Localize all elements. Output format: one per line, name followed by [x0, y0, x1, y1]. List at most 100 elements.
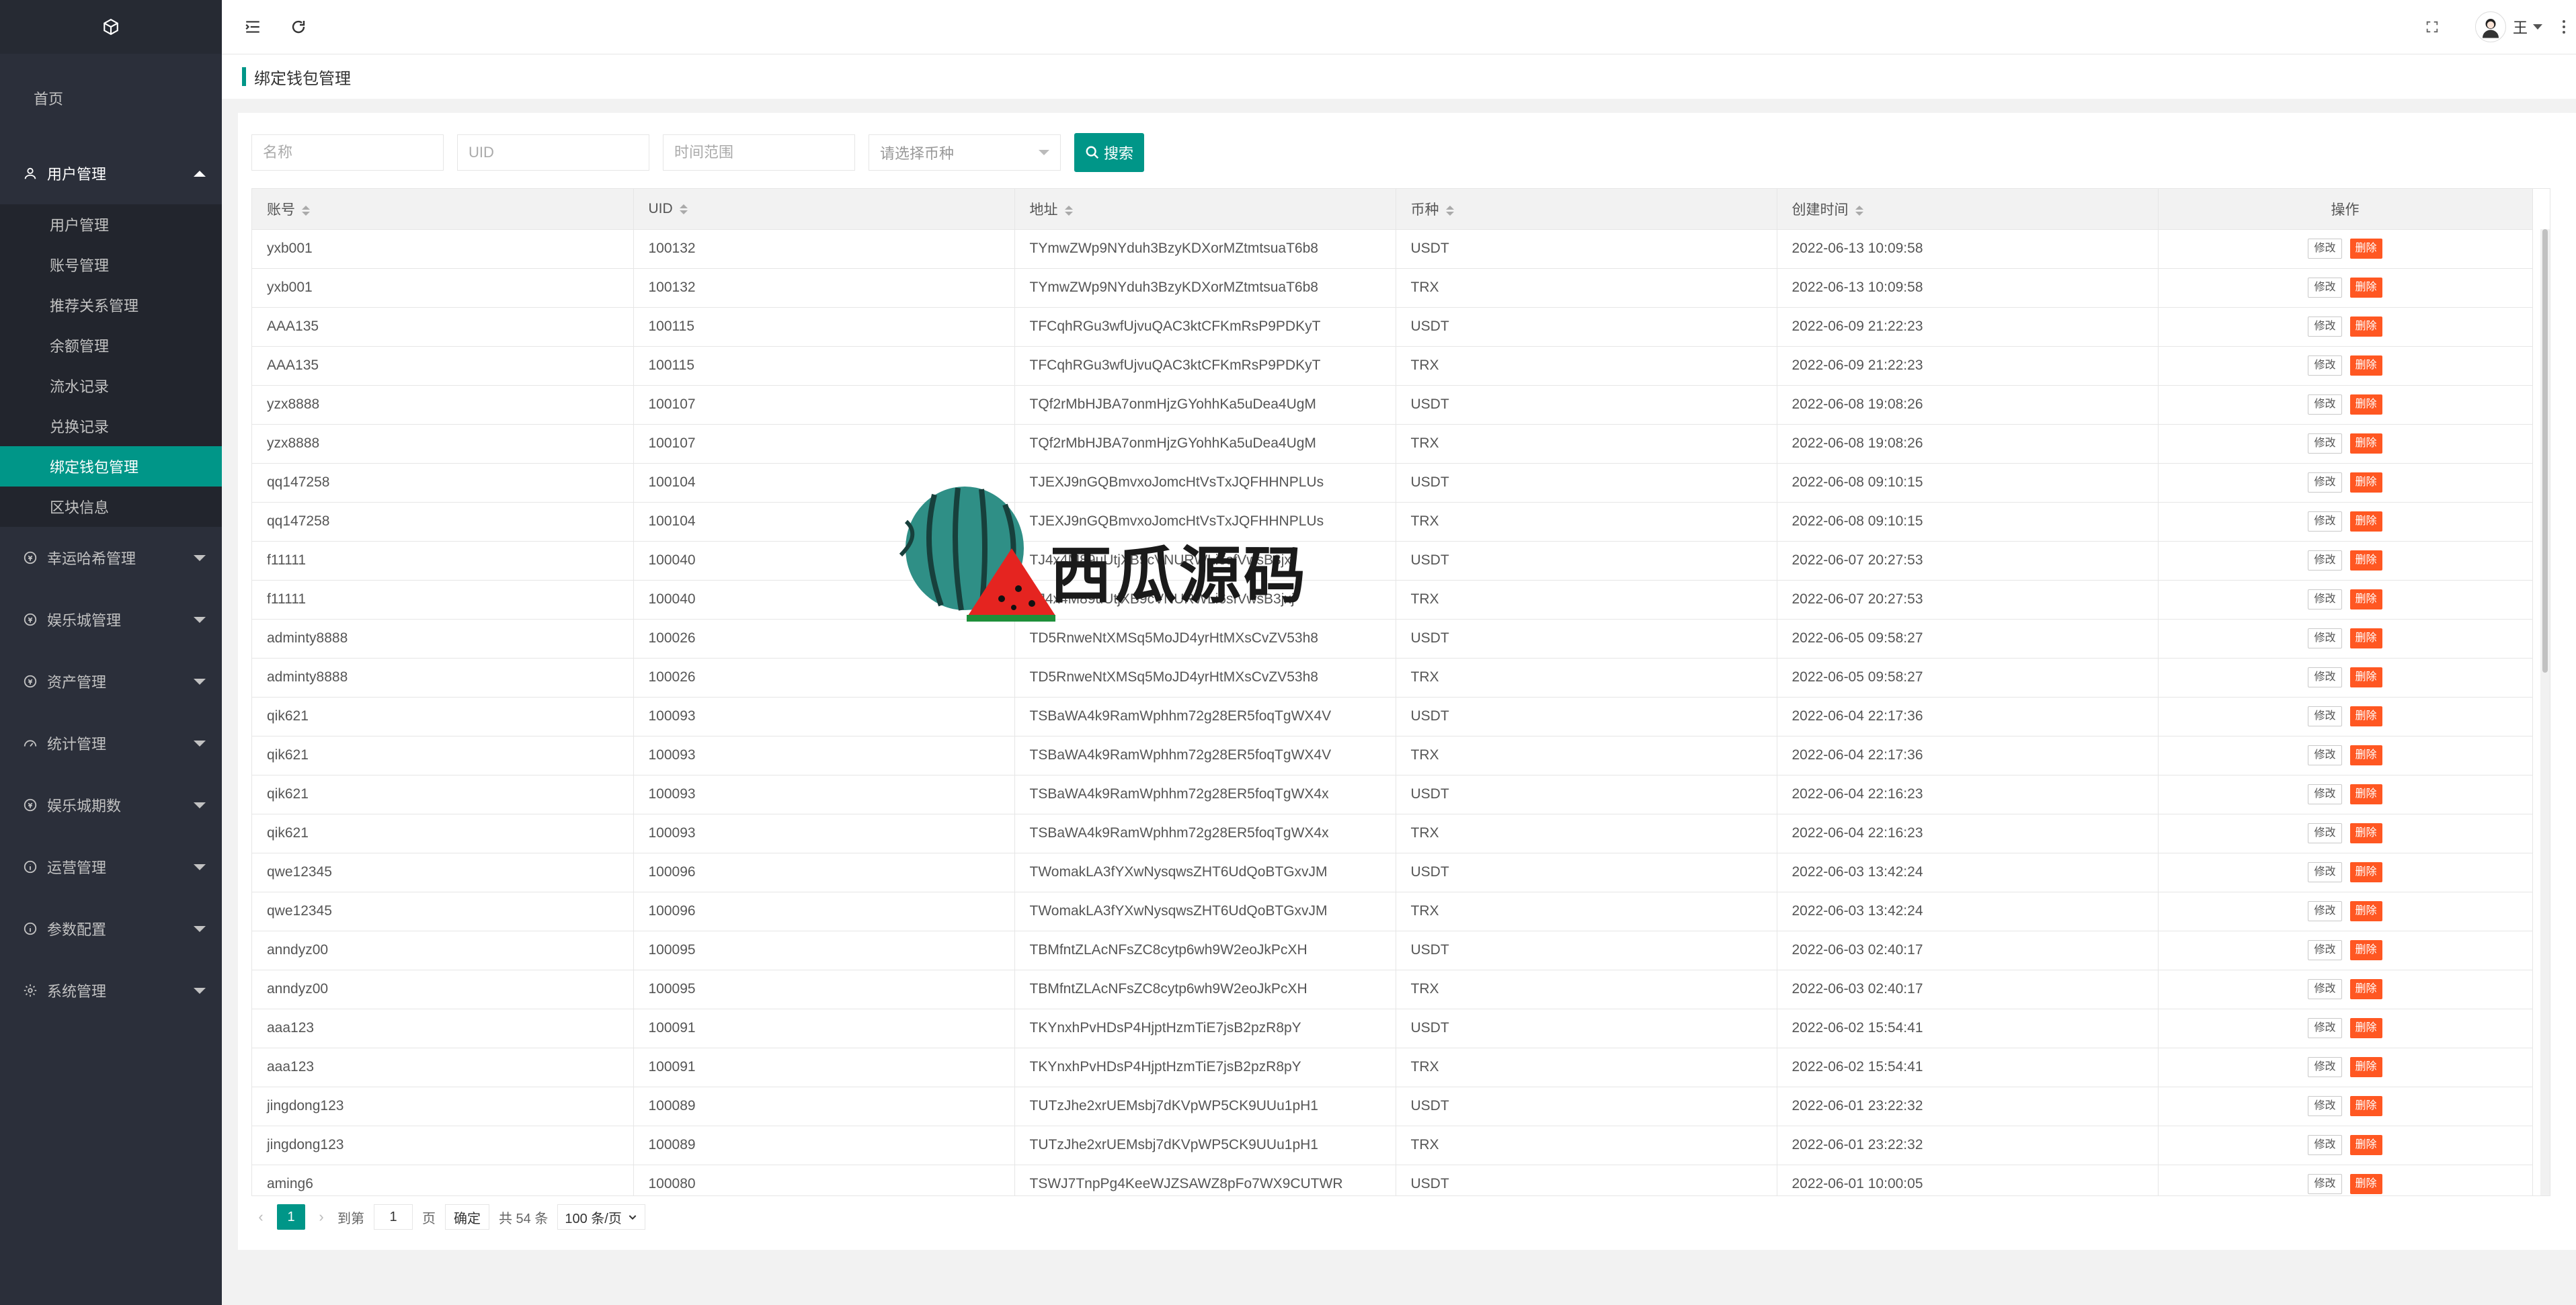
sidebar-subitem-block-info[interactable]: 区块信息 — [0, 487, 222, 527]
edit-button[interactable]: 修改 — [2308, 433, 2342, 454]
edit-button[interactable]: 修改 — [2308, 823, 2342, 843]
page-size-select[interactable]: 100 条/页 — [557, 1204, 645, 1230]
page-number-current[interactable]: 1 — [277, 1204, 305, 1230]
menu-toggle-button[interactable] — [239, 13, 266, 40]
edit-button[interactable]: 修改 — [2308, 394, 2342, 415]
edit-button[interactable]: 修改 — [2308, 550, 2342, 571]
sidebar-subitem-wallet-binding[interactable]: 绑定钱包管理 — [0, 446, 222, 487]
sidebar-group-user[interactable]: 用户管理 — [0, 142, 222, 204]
sidebar-subitem-exchange-records[interactable]: 兑换记录 — [0, 406, 222, 446]
edit-button[interactable]: 修改 — [2308, 901, 2342, 921]
edit-button[interactable]: 修改 — [2308, 317, 2342, 337]
sidebar-subitem-account-manage[interactable]: 账号管理 — [0, 245, 222, 285]
coin-select[interactable]: 请选择币种 — [869, 134, 1061, 171]
sidebar-group-system[interactable]: 系统管理 — [0, 960, 222, 1021]
sidebar-group-stats[interactable]: 统计管理 — [0, 712, 222, 774]
delete-button[interactable]: 删除 — [2349, 1018, 2382, 1038]
delete-button[interactable]: 删除 — [2349, 1057, 2382, 1077]
edit-button[interactable]: 修改 — [2308, 628, 2342, 648]
avatar[interactable] — [2474, 11, 2506, 42]
prev-page-icon[interactable]: ‹ — [254, 1208, 268, 1226]
chevron-down-icon[interactable] — [2533, 24, 2542, 30]
edit-button[interactable]: 修改 — [2308, 745, 2342, 765]
delete-button[interactable]: 删除 — [2349, 472, 2382, 493]
sidebar-group-casino-periods[interactable]: 娱乐城期数 — [0, 774, 222, 836]
sort-icon[interactable] — [679, 204, 688, 214]
edit-button[interactable]: 修改 — [2308, 472, 2342, 493]
delete-button[interactable]: 删除 — [2349, 628, 2382, 648]
edit-button[interactable]: 修改 — [2308, 1135, 2342, 1155]
sidebar-item-home[interactable]: 首页 — [0, 54, 222, 142]
search-button[interactable]: 搜索 — [1074, 133, 1144, 172]
edit-button[interactable]: 修改 — [2308, 355, 2342, 376]
user-name[interactable]: 王 — [2513, 16, 2528, 38]
delete-button[interactable]: 删除 — [2349, 1096, 2382, 1116]
edit-button[interactable]: 修改 — [2308, 239, 2342, 259]
fullscreen-button[interactable] — [2419, 13, 2446, 40]
delete-button[interactable]: 删除 — [2349, 550, 2382, 571]
time-range-input[interactable] — [663, 134, 855, 171]
sidebar-group-assets[interactable]: 资产管理 — [0, 650, 222, 712]
edit-button[interactable]: 修改 — [2308, 940, 2342, 960]
delete-button[interactable]: 删除 — [2349, 355, 2382, 376]
refresh-button[interactable] — [285, 13, 312, 40]
edit-button[interactable]: 修改 — [2308, 511, 2342, 532]
delete-button[interactable]: 删除 — [2349, 979, 2382, 999]
edit-button[interactable]: 修改 — [2308, 784, 2342, 804]
uid-input[interactable] — [457, 134, 649, 171]
logo[interactable] — [0, 0, 222, 54]
delete-button[interactable]: 删除 — [2349, 1174, 2382, 1194]
sidebar-group-operations[interactable]: 运营管理 — [0, 836, 222, 898]
col-header-coin[interactable]: 币种 — [1396, 189, 1777, 230]
sidebar-group-casino[interactable]: 娱乐城管理 — [0, 589, 222, 650]
delete-button[interactable]: 删除 — [2349, 823, 2382, 843]
edit-button[interactable]: 修改 — [2308, 667, 2342, 687]
delete-button[interactable]: 删除 — [2349, 433, 2382, 454]
sort-icon[interactable] — [1855, 205, 1863, 216]
delete-button[interactable]: 删除 — [2349, 940, 2382, 960]
delete-button[interactable]: 删除 — [2349, 901, 2382, 921]
edit-button[interactable]: 修改 — [2308, 1174, 2342, 1194]
sidebar-subitem-referral[interactable]: 推荐关系管理 — [0, 285, 222, 325]
delete-button[interactable]: 删除 — [2349, 589, 2382, 609]
col-header-address[interactable]: 地址 — [1014, 189, 1396, 230]
delete-button[interactable]: 删除 — [2349, 667, 2382, 687]
edit-button[interactable]: 修改 — [2308, 1096, 2342, 1116]
delete-button[interactable]: 删除 — [2349, 706, 2382, 726]
edit-button[interactable]: 修改 — [2308, 1057, 2342, 1077]
edit-button[interactable]: 修改 — [2308, 589, 2342, 609]
edit-button[interactable]: 修改 — [2308, 979, 2342, 999]
delete-button[interactable]: 删除 — [2349, 745, 2382, 765]
edit-button[interactable]: 修改 — [2308, 1018, 2342, 1038]
goto-page-input[interactable]: 1 — [374, 1204, 413, 1230]
col-header-uid[interactable]: UID — [633, 189, 1015, 230]
sidebar-subitem-flow-records[interactable]: 流水记录 — [0, 366, 222, 406]
cell-created: 2022-06-02 15:54:41 — [1777, 1048, 2159, 1087]
edit-button[interactable]: 修改 — [2308, 706, 2342, 726]
edit-button[interactable]: 修改 — [2308, 278, 2342, 298]
sidebar-subitem-balance[interactable]: 余额管理 — [0, 325, 222, 366]
delete-button[interactable]: 删除 — [2349, 239, 2382, 259]
goto-confirm-button[interactable]: 确定 — [445, 1204, 489, 1230]
delete-button[interactable]: 删除 — [2349, 1135, 2382, 1155]
col-header-account[interactable]: 账号 — [252, 189, 634, 230]
sort-icon[interactable] — [302, 205, 310, 216]
delete-button[interactable]: 删除 — [2349, 317, 2382, 337]
scrollbar-thumb[interactable] — [2542, 229, 2548, 673]
delete-button[interactable]: 删除 — [2349, 784, 2382, 804]
delete-button[interactable]: 删除 — [2349, 862, 2382, 882]
sidebar-subitem-user-manage[interactable]: 用户管理 — [0, 204, 222, 245]
sort-icon[interactable] — [1445, 205, 1454, 216]
delete-button[interactable]: 删除 — [2349, 278, 2382, 298]
more-icon[interactable] — [2563, 20, 2565, 34]
delete-button[interactable]: 删除 — [2349, 394, 2382, 415]
next-page-icon[interactable]: › — [315, 1208, 328, 1226]
delete-button[interactable]: 删除 — [2349, 511, 2382, 532]
name-input[interactable] — [251, 134, 444, 171]
sort-icon[interactable] — [1064, 205, 1073, 216]
sidebar-group-lucky-hash[interactable]: 幸运哈希管理 — [0, 527, 222, 589]
edit-button[interactable]: 修改 — [2308, 862, 2342, 882]
table-scrollbar[interactable] — [2540, 229, 2550, 1195]
sidebar-group-params[interactable]: 参数配置 — [0, 898, 222, 960]
col-header-created[interactable]: 创建时间 — [1777, 189, 2159, 230]
